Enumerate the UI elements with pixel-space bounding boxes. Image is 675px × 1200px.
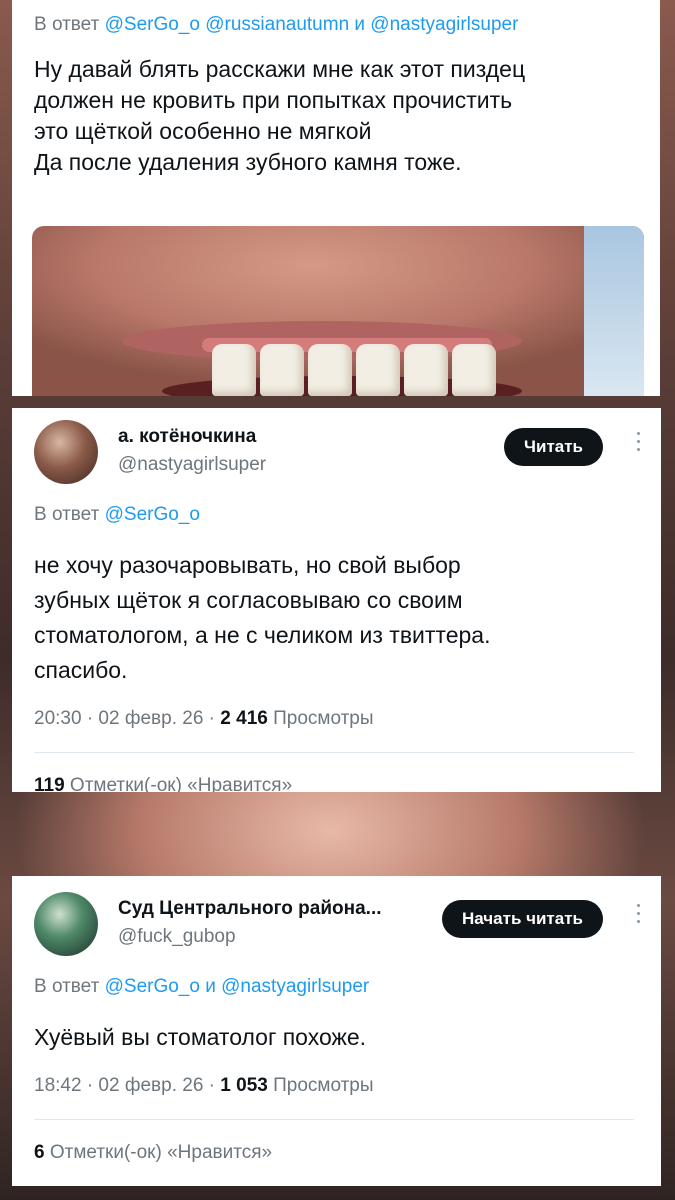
likes-label: Отметки(-ок) «Нравится» [44, 1142, 273, 1163]
photo-teeth [212, 344, 496, 396]
display-name[interactable]: а. котёночкина [118, 426, 256, 448]
likes-count: 119 [34, 775, 65, 792]
reply-to-line: В ответ @SerGo_o и @nastyagirlsuper [34, 976, 643, 998]
tweet-card-2: а. котёночкина @nastyagirlsuper Читать В… [12, 408, 661, 792]
tweet-header: а. котёночкина @nastyagirlsuper Читать [34, 420, 643, 492]
tweet-card-1: В ответ @SerGo_o @russianautumn и @nasty… [12, 0, 660, 396]
likes-stat[interactable]: 119 Отметки(-ок) «Нравится» [34, 775, 643, 792]
tweet-text: Хуёвый вы стоматолог похоже. [34, 1024, 367, 1050]
more-options-icon[interactable] [633, 904, 643, 923]
tweet-meta: 20:30 · 02 февр. 26 · 2 416 Просмотры [34, 708, 643, 730]
reply-handles-link[interactable]: @SerGo_o [105, 504, 200, 525]
divider [34, 752, 634, 753]
tweet-meta: 18:42 · 02 февр. 26 · 1 053 Просмотры [34, 1075, 643, 1097]
views-label: Просмотры [267, 1075, 374, 1096]
timestamp[interactable]: 18:42 · 02 февр. 26 · [34, 1075, 220, 1096]
likes-stat[interactable]: 6 Отметки(-ок) «Нравится» [34, 1142, 643, 1164]
photo-background [584, 226, 644, 396]
views-count: 2 416 [220, 708, 268, 729]
likes-label: Отметки(-ок) «Нравится» [64, 775, 293, 792]
avatar[interactable] [34, 420, 98, 484]
follow-button[interactable]: Начать читать [441, 900, 603, 938]
tweet-photo[interactable] [32, 226, 644, 396]
user-handle[interactable]: @nastyagirlsuper [118, 454, 266, 476]
reply-handles-link[interactable]: @SerGo_o @russianautumn и @nastyagirlsup… [105, 14, 519, 35]
timestamp[interactable]: 20:30 · 02 февр. 26 · [34, 708, 220, 729]
user-handle[interactable]: @fuck_gubop [118, 926, 236, 948]
tweet-card-3: Суд Центрального района... @fuck_gubop Н… [12, 876, 661, 1186]
avatar[interactable] [34, 892, 98, 956]
tweet-text: не хочу разочаровывать, но свой выбор зу… [34, 552, 491, 683]
reply-prefix: В ответ [34, 976, 105, 997]
divider [34, 1119, 634, 1120]
views-label: Просмотры [267, 708, 374, 729]
reply-to-line: В ответ @SerGo_o @russianautumn и @nasty… [34, 14, 642, 36]
tweet-text: Ну давай блять расскажи мне как этот пиз… [34, 56, 526, 175]
reply-prefix: В ответ [34, 504, 105, 525]
likes-count: 6 [34, 1142, 45, 1163]
follow-button[interactable]: Читать [504, 428, 603, 466]
display-name[interactable]: Суд Центрального района... [118, 898, 382, 920]
reply-prefix: В ответ [34, 14, 105, 35]
more-options-icon[interactable] [633, 432, 643, 451]
views-count: 1 053 [220, 1075, 268, 1096]
reply-handles-link[interactable]: @SerGo_o и @nastyagirlsuper [105, 976, 370, 997]
reply-to-line: В ответ @SerGo_o [34, 504, 643, 526]
tweet-header: Суд Центрального района... @fuck_gubop Н… [34, 892, 643, 964]
